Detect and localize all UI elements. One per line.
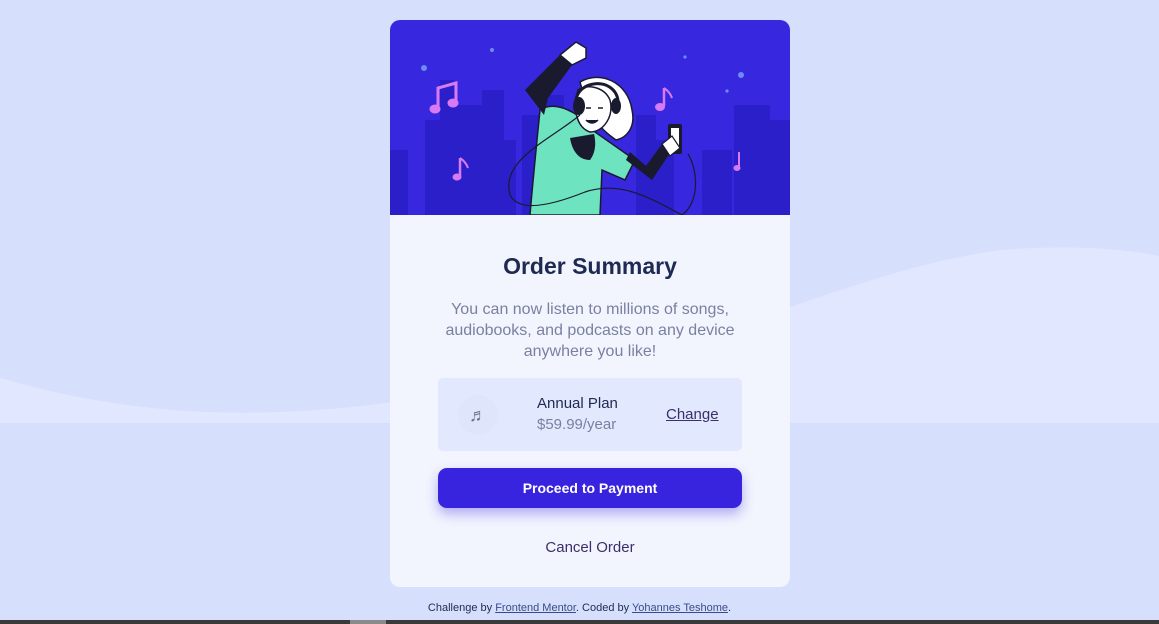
- order-summary-card: Order Summary You can now listen to mill…: [390, 20, 790, 587]
- horizontal-scrollbar[interactable]: [0, 620, 1159, 624]
- hero-illustration: [390, 20, 790, 215]
- cancel-order-button[interactable]: Cancel Order: [390, 539, 790, 556]
- music-note-icon: ♬: [458, 395, 498, 435]
- card-description: You can now listen to millions of songs,…: [445, 301, 735, 360]
- plan-price: $59.99/year: [537, 416, 617, 433]
- proceed-to-payment-button[interactable]: Proceed to Payment: [438, 468, 742, 508]
- attribution-suffix: .: [728, 602, 732, 614]
- page-title: Order Summary: [503, 253, 677, 279]
- attribution: Challenge by Frontend Mentor. Coded by Y…: [0, 602, 1159, 614]
- frontend-mentor-link[interactable]: Frontend Mentor: [495, 602, 576, 614]
- author-link[interactable]: Yohannes Teshome: [632, 602, 728, 614]
- change-plan-link[interactable]: Change: [666, 406, 719, 423]
- plan-name: Annual Plan: [537, 395, 618, 412]
- attribution-prefix: Challenge by: [427, 602, 496, 614]
- scrollbar-thumb[interactable]: [350, 620, 386, 624]
- attribution-middle: . Coded by: [575, 602, 632, 614]
- plan-summary: ♬ Annual Plan $59.99/year Change: [438, 378, 742, 451]
